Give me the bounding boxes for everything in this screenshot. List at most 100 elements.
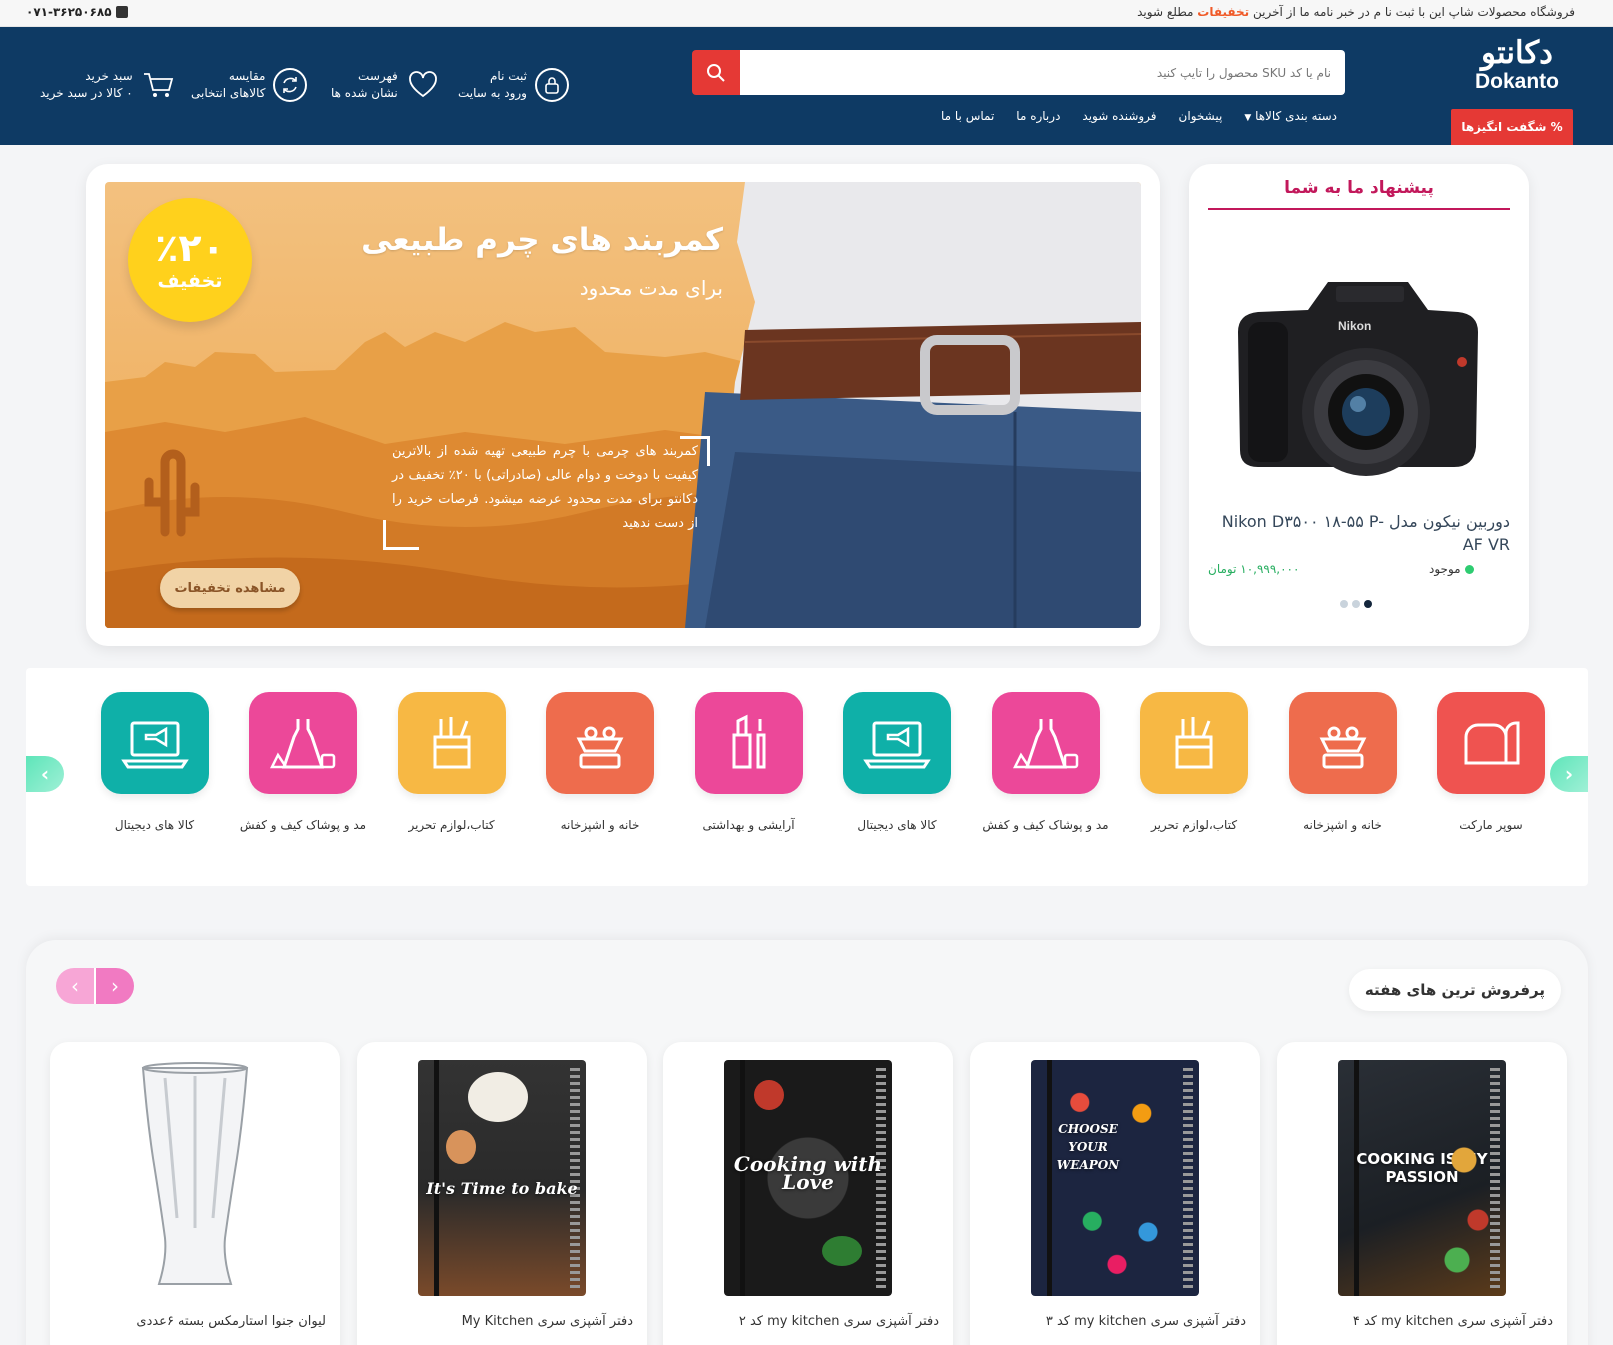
dress-icon: [249, 692, 357, 794]
product-card[interactable]: لیوان جنوا استارمکس بسته ۶عددی: [50, 1042, 340, 1345]
product-card[interactable]: Cooking with Love دفتر آشپزی سری my kitc…: [663, 1042, 953, 1345]
laptop-icon: [100, 692, 209, 794]
badge-label: تخفیف: [157, 270, 223, 292]
slider-dot[interactable]: [1352, 600, 1360, 608]
stock-label: موجود: [1429, 562, 1461, 576]
best-prev-button[interactable]: ‹: [56, 968, 94, 1004]
book-cover-text: It's Time to bake: [426, 1179, 578, 1198]
cart-label-1: سبد خرید: [85, 69, 133, 83]
category-item[interactable]: خانه و اشپزخانه: [530, 692, 670, 836]
stationery-icon: [1140, 692, 1248, 794]
book-cover-text: Cooking with Love: [733, 1152, 883, 1194]
category-item[interactable]: کتاب،لوازم تحریر: [382, 692, 522, 836]
kitchen-scale-icon: [1288, 692, 1397, 794]
cart-label-2: ۰ کالا در سبد خرید: [40, 86, 133, 100]
nav-categories[interactable]: دسته بندی کالاها ▼: [1244, 109, 1337, 123]
nav-contact[interactable]: تماس با ما: [941, 109, 994, 123]
badge-percent: ٪۲۰: [155, 226, 225, 270]
discount-badge: ٪۲۰ تخفیف: [128, 198, 252, 322]
login-link[interactable]: ثبت نام ورود به سایت: [458, 68, 569, 102]
book-cover-text: CHOOSE YOUR WEAPON: [1056, 1122, 1120, 1172]
nav-become-seller[interactable]: فروشنده شوید: [1082, 109, 1156, 123]
lock-icon: [534, 68, 569, 102]
search-icon: [707, 63, 725, 82]
chevron-left-icon: ‹: [40, 762, 50, 786]
wishlist-label-2: نشان شده ها: [331, 86, 398, 100]
category-label: آرایشی و بهداشتی: [702, 818, 795, 832]
main-nav: دسته بندی کالاها ▼ پیشخوان فروشنده شوید …: [941, 109, 1337, 123]
wishlist-label-1: فهرست: [358, 69, 398, 83]
promo-text-start: فروشگاه محصولات شاپ این با ثبت نا م در خ…: [1253, 5, 1575, 19]
svg-text:Nikon: Nikon: [1338, 319, 1371, 333]
category-next-button[interactable]: ›: [1550, 756, 1588, 792]
promo-link-discounts[interactable]: تخفیفات: [1197, 5, 1249, 19]
category-label: سوپر مارکت: [1459, 818, 1523, 832]
newsletter-promo: فروشگاه محصولات شاپ این با ثبت نا م در خ…: [1137, 5, 1575, 19]
login-label-2: ورود به سایت: [458, 86, 527, 100]
product-image: [64, 1056, 326, 1300]
view-discounts-button[interactable]: مشاهده تخفیفات: [160, 568, 300, 608]
bread-icon: [1437, 692, 1545, 794]
slider-dot[interactable]: [1340, 600, 1348, 608]
laptop-icon: [843, 692, 951, 794]
support-phone[interactable]: ۰۷۱-۳۶۲۵۰۶۸۵: [26, 5, 128, 19]
nav-about[interactable]: درباره ما: [1016, 109, 1060, 123]
lipstick-icon: [694, 692, 803, 794]
category-label: کتاب،لوازم تحریر: [1150, 818, 1238, 832]
product-card[interactable]: CHOOSE YOUR WEAPON دفتر آشپزی سری my kit…: [970, 1042, 1260, 1345]
category-label: کالا های دیجیتال: [114, 818, 195, 832]
offer-product-name[interactable]: دوربین نیکون مدل Nikon D۳۵۰۰ ۱۸-۵۵ P-AF …: [1208, 510, 1510, 556]
nav-dashboard[interactable]: پیشخوان: [1179, 109, 1223, 123]
site-logo[interactable]: دکانتو Dokanto: [1452, 36, 1582, 98]
product-name: دفتر آشپزی سری my kitchen کد ۲: [738, 1314, 939, 1329]
category-item[interactable]: سوپر مارکت: [1421, 692, 1561, 836]
category-item[interactable]: کالا های دیجیتال: [85, 692, 225, 836]
product-image: It's Time to bake: [371, 1056, 633, 1300]
dress-icon: [991, 692, 1100, 794]
stationery-icon: [397, 692, 506, 794]
search-input[interactable]: [740, 50, 1345, 95]
nav-categories-label: دسته بندی کالاها: [1255, 109, 1337, 123]
product-image-camera[interactable]: Nikon: [1218, 262, 1494, 512]
chevron-down-icon: ▼: [1244, 113, 1252, 123]
logo-text-en: Dokanto: [1475, 70, 1559, 93]
category-item[interactable]: کالا های دیجیتال: [827, 692, 967, 836]
compare-icon: [273, 68, 308, 102]
heart-icon: [406, 68, 440, 102]
chevron-right-icon: ›: [111, 974, 119, 998]
product-name: دفتر آشپزی سری My Kitchen: [461, 1314, 633, 1329]
category-label: کتاب،لوازم تحریر: [408, 818, 495, 832]
promo-text-end: مطلع شوید: [1137, 5, 1194, 19]
best-next-button[interactable]: ›: [94, 968, 134, 1004]
product-card[interactable]: It's Time to bake دفتر آشپزی سری My Kitc…: [357, 1042, 647, 1345]
in-stock-dot-icon: [1464, 564, 1474, 574]
category-item[interactable]: مد و پوشاک کیف و کفش: [976, 692, 1116, 836]
category-prev-button[interactable]: ‹: [26, 756, 64, 792]
category-label: مد و پوشاک کیف و کفش: [982, 818, 1109, 832]
category-item[interactable]: مد و پوشاک کیف و کفش: [233, 692, 373, 836]
product-name: دفتر آشپزی سری my kitchen کد ۳: [1045, 1314, 1246, 1329]
offer-price: ۱۰,۹۹۹,۰۰۰ تومان: [1208, 562, 1300, 576]
compare-link[interactable]: مقایسه کالاهای انتخابی: [191, 68, 308, 102]
wishlist-link[interactable]: فهرست نشان شده ها: [331, 68, 440, 102]
best-sellers-arrows: ‹ ›: [56, 968, 134, 1004]
product-image: COOKING IS MY PASSION: [1291, 1056, 1553, 1300]
kitchen-scale-icon: [546, 692, 654, 794]
category-label: کالا های دیجیتال: [857, 818, 937, 832]
logo-text-fa: دکانتو: [1480, 35, 1553, 71]
chevron-right-icon: ›: [1564, 762, 1574, 786]
cart-link[interactable]: سبد خرید ۰ کالا در سبد خرید: [40, 68, 175, 102]
category-item[interactable]: خانه و اشپزخانه: [1273, 692, 1413, 836]
compare-label-2: کالاهای انتخابی: [191, 86, 266, 100]
category-item[interactable]: کتاب،لوازم تحریر: [1124, 692, 1264, 836]
product-image: Cooking with Love: [677, 1056, 939, 1300]
stock-status: موجود: [1429, 562, 1474, 576]
search-button[interactable]: [692, 50, 740, 95]
category-item[interactable]: آرایشی و بهداشتی: [679, 692, 819, 836]
slider-dot-active[interactable]: [1364, 600, 1372, 608]
best-sellers-title: پرفروش ترین های هفته: [1348, 969, 1561, 1011]
amazing-offers-button[interactable]: % شگفت انگیزها: [1451, 109, 1573, 145]
product-card[interactable]: COOKING IS MY PASSION دفتر آشپزی سری my …: [1277, 1042, 1567, 1345]
category-label: خانه و اشپزخانه: [1303, 818, 1382, 832]
category-label: مد و پوشاک کیف و کفش: [239, 818, 367, 832]
